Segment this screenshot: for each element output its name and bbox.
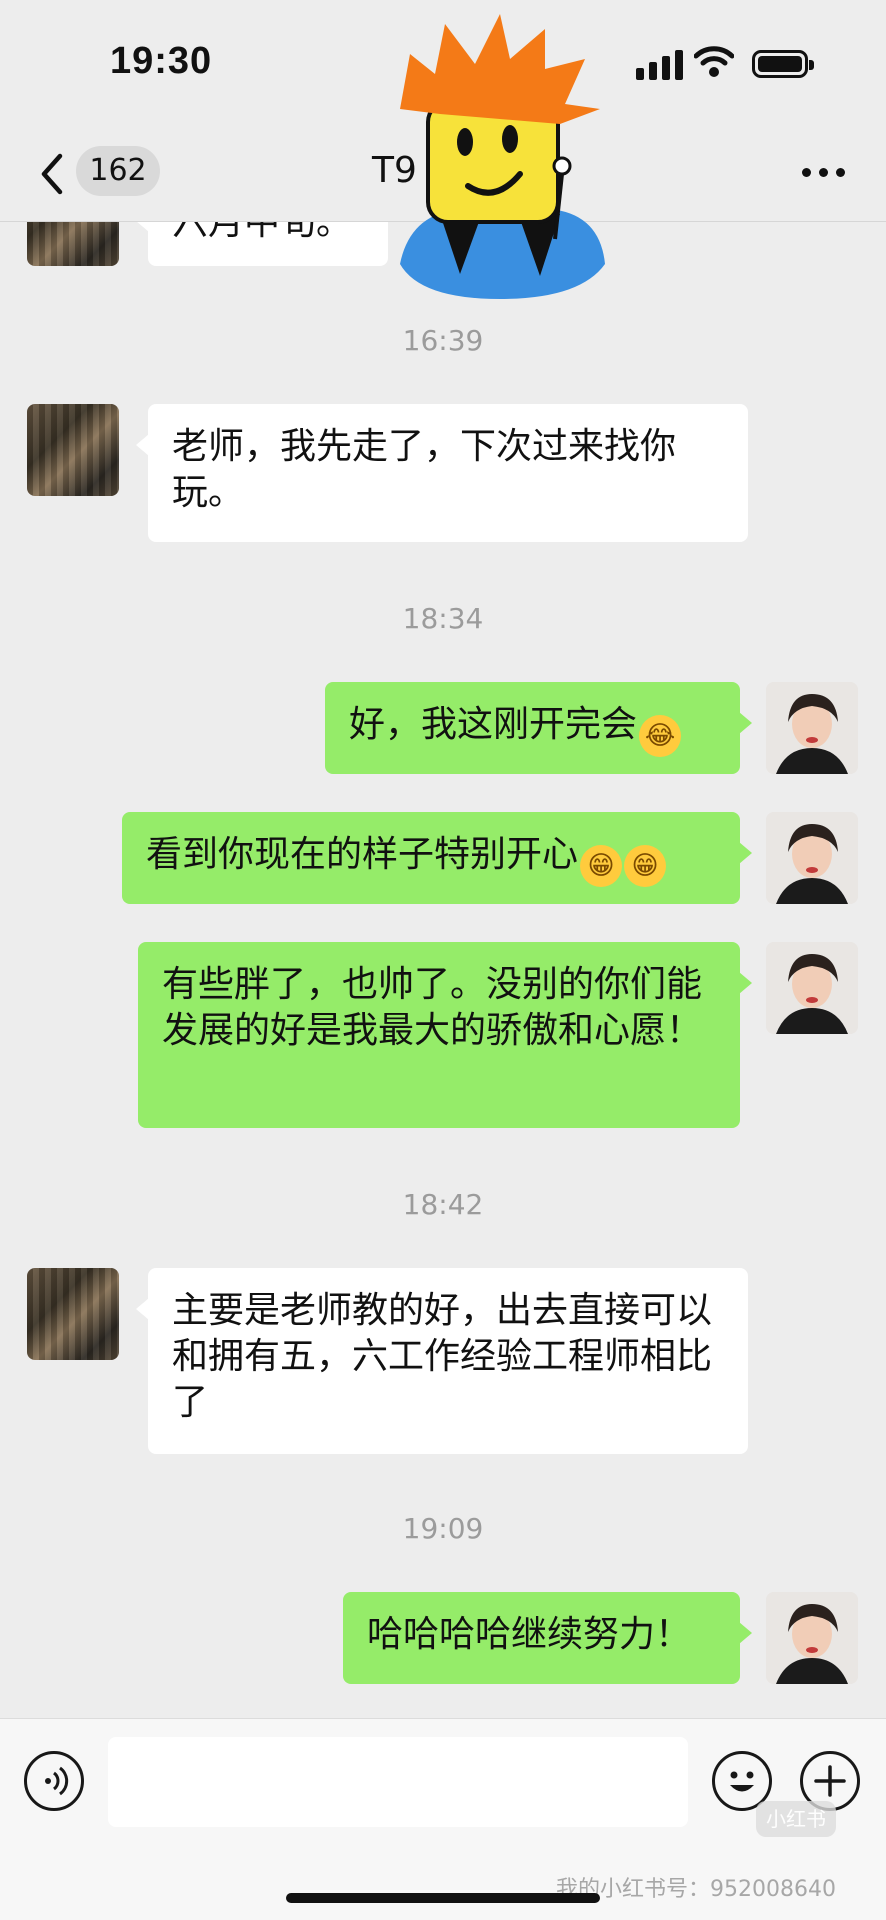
- outgoing-message[interactable]: 有些胖了，也帅了。没别的你们能发展的好是我最大的骄傲和心愿！: [138, 942, 752, 1128]
- back-chevron-icon[interactable]: [34, 150, 70, 198]
- voice-button[interactable]: [24, 1751, 84, 1811]
- more-icon[interactable]: [802, 168, 845, 177]
- outgoing-message[interactable]: 好，我这刚开完会 😂: [325, 682, 752, 774]
- my-avatar[interactable]: [766, 1592, 858, 1684]
- outgoing-message[interactable]: 哈哈哈哈继续努力！: [343, 1592, 752, 1684]
- message-input[interactable]: [108, 1737, 688, 1827]
- message-text: 好，我这刚开完会: [349, 704, 638, 745]
- message-timestamp: 19:09: [402, 1512, 484, 1545]
- my-avatar[interactable]: [766, 682, 858, 774]
- profile-photo: [766, 1592, 858, 1684]
- profile-photo: [766, 682, 858, 774]
- watermark-logo: 小红书: [756, 1801, 836, 1837]
- incoming-message[interactable]: 主要是老师教的好，出去直接可以和拥有五，六工作经验工程师相比了: [136, 1268, 748, 1454]
- contact-avatar[interactable]: [27, 404, 119, 496]
- message-text: 老师，我先走了，下次过来找你玩。: [172, 426, 677, 513]
- battery-icon: [752, 50, 814, 78]
- my-avatar[interactable]: [766, 942, 858, 1034]
- incoming-message[interactable]: 老师，我先走了，下次过来找你玩。: [136, 404, 748, 542]
- emoji-icon: [730, 1771, 754, 1792]
- message-text: 看到你现在的样子特别开心: [146, 834, 579, 875]
- contact-avatar[interactable]: [27, 1268, 119, 1360]
- profile-photo: [766, 942, 858, 1034]
- message-text: 主要是老师教的好，出去直接可以和拥有五，六工作经验工程师相比了: [172, 1290, 713, 1423]
- input-bar: 小红书 我的小红书号：952008640: [0, 1718, 886, 1920]
- outgoing-message[interactable]: 看到你现在的样子特别开心 😁 😁: [122, 812, 752, 904]
- grinning-face-icon: 😁: [624, 845, 667, 887]
- status-clock: 19:30: [110, 40, 213, 82]
- profile-photo: [766, 812, 858, 904]
- cartoon-sticker: [400, 14, 605, 299]
- message-text: 哈哈哈哈继续努力！: [367, 1614, 692, 1655]
- grinning-face-icon: 😁: [580, 845, 623, 887]
- wifi-icon: [694, 46, 734, 77]
- my-avatar[interactable]: [766, 812, 858, 904]
- face-with-tears-of-joy-icon: 😂: [639, 715, 682, 757]
- add-icon: [814, 1765, 846, 1797]
- message-timestamp: 18:34: [402, 602, 484, 635]
- message-timestamp: 16:39: [402, 324, 484, 357]
- message-text: 有些胖了，也帅了。没别的你们能发展的好是我最大的骄傲和心愿！: [162, 964, 703, 1051]
- voice-icon: [45, 1766, 69, 1796]
- cellular-signal-icon: [636, 50, 683, 80]
- home-indicator[interactable]: [286, 1893, 600, 1903]
- message-timestamp: 18:42: [402, 1188, 484, 1221]
- unread-count-badge[interactable]: 162: [76, 146, 160, 196]
